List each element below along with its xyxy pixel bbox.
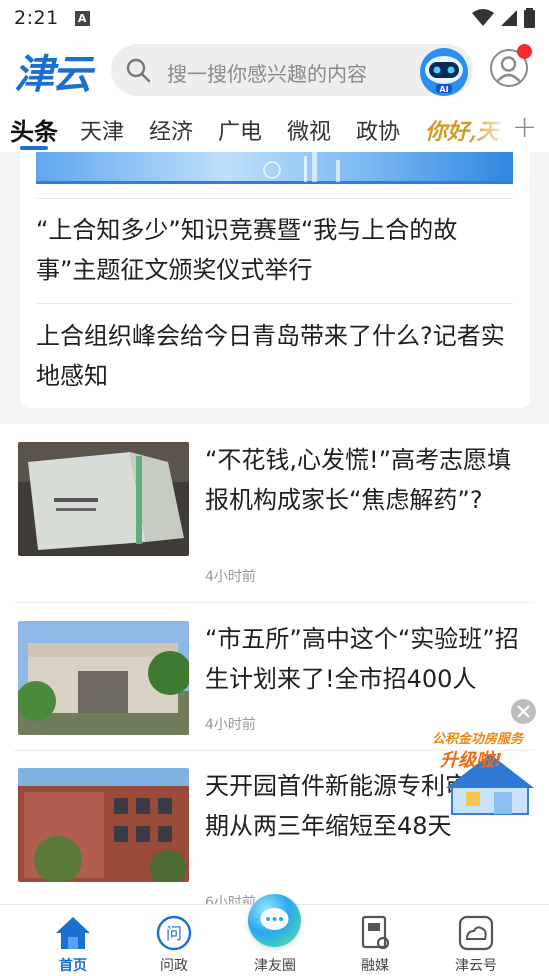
nav-wenzheng[interactable]: 问 问政 — [134, 905, 214, 976]
card-news-item[interactable]: 上合组织峰会给今日青岛带来了什么?记者实地感知 — [36, 316, 513, 396]
svg-text:问: 问 — [166, 924, 182, 943]
news-time: 4小时前 — [205, 569, 256, 585]
tab-fade — [470, 106, 510, 152]
nav-label: 首页 — [59, 958, 87, 974]
notification-a-icon: A — [74, 10, 90, 26]
news-thumbnail — [18, 768, 189, 882]
nav-rongmei[interactable]: 融媒 — [335, 905, 415, 976]
close-ad-button[interactable] — [511, 699, 536, 724]
banner-image[interactable] — [36, 152, 513, 184]
media-icon — [361, 915, 390, 950]
status-icons — [472, 8, 535, 28]
news-thumbnail — [18, 621, 189, 735]
tab-tianjin[interactable]: 天津 — [80, 114, 124, 146]
news-thumbnail — [18, 442, 189, 556]
nav-label: 津云号 — [455, 958, 497, 974]
nav-label: 问政 — [160, 958, 188, 974]
news-title: “不花钱,心发慌!”高考志愿填报机构成家长“焦虑解药”? — [205, 446, 512, 514]
chat-bubble-icon[interactable] — [248, 894, 301, 947]
notification-dot — [517, 44, 532, 59]
tab-cppcc[interactable]: 政协 — [356, 114, 400, 146]
status-bar: 2:21 A — [0, 0, 549, 36]
floating-ad-housing-fund[interactable]: 公积金功房服务 升级啦! — [432, 728, 537, 818]
tab-toutiao[interactable]: 头条 — [10, 112, 58, 147]
battery-icon — [524, 8, 535, 28]
nav-label: 融媒 — [361, 958, 389, 974]
tab-economy[interactable]: 经济 — [149, 114, 193, 146]
tab-microvideo[interactable]: 微视 — [287, 114, 331, 146]
nav-home[interactable]: 首页 — [33, 905, 113, 976]
news-title: “市五所”高中这个“实验班”招生计划来了!全市招400人 — [205, 625, 519, 693]
news-time: 4小时前 — [205, 717, 256, 733]
ad-line-1: 公积金功房服务 — [432, 732, 524, 747]
signal-icon — [501, 10, 517, 26]
nav-label: 津友圈 — [254, 958, 296, 974]
add-channel-icon[interactable]: + — [512, 110, 537, 145]
tab-active-indicator — [20, 146, 48, 150]
home-icon — [56, 917, 90, 949]
card-divider — [36, 198, 513, 199]
cloud-icon — [458, 915, 494, 951]
question-bubble-icon: 问 — [156, 915, 192, 951]
card-divider — [36, 303, 513, 304]
svg-text:AI: AI — [439, 85, 448, 94]
news-divider — [14, 602, 535, 603]
close-icon — [517, 705, 530, 718]
feature-section: “上合知多少”知识竞赛暨“我与上合的故事”主题征文颁奖仪式举行 上合组织峰会给今… — [0, 152, 549, 424]
ai-robot-icon[interactable]: AI — [418, 46, 470, 98]
nav-jinyunhao[interactable]: 津云号 — [436, 905, 516, 976]
tab-broadcast[interactable]: 广电 — [218, 114, 262, 146]
ad-line-2: 升级啦! — [440, 750, 503, 771]
wifi-icon — [472, 9, 494, 26]
feature-card: “上合知多少”知识竞赛暨“我与上合的故事”主题征文颁奖仪式举行 上合组织峰会给今… — [20, 152, 530, 408]
app-header: 津云 搜一搜你感兴趣的内容 AI — [0, 36, 549, 106]
search-placeholder: 搜一搜你感兴趣的内容 — [167, 62, 367, 86]
search-icon — [126, 58, 151, 83]
app-logo: 津云 — [14, 51, 92, 98]
status-time: 2:21 — [14, 7, 59, 29]
channel-tabs: 头条 天津 经济 广电 微视 政协 你好,天津 + — [0, 106, 549, 152]
card-news-item[interactable]: “上合知多少”知识竞赛暨“我与上合的故事”主题征文颁奖仪式举行 — [36, 210, 513, 290]
